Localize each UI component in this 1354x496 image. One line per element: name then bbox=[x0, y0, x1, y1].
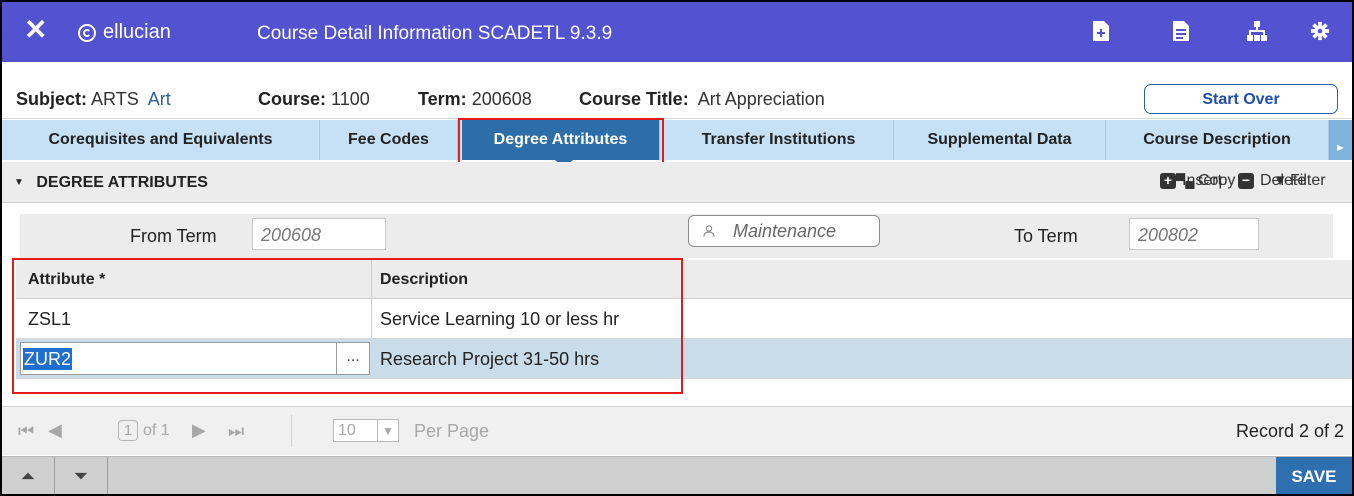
collapse-icon[interactable]: ▼ bbox=[14, 177, 24, 188]
ellucian-logo-icon bbox=[78, 23, 96, 42]
course-value: 1100 bbox=[331, 89, 370, 109]
subject-key: Subject: ARTS Art bbox=[16, 89, 171, 110]
grid-highlight-box bbox=[12, 258, 683, 394]
close-icon[interactable]: ✕ bbox=[24, 15, 47, 45]
filter-icon: ▼ bbox=[1272, 172, 1288, 189]
record-count: Record 2 of 2 bbox=[1235, 421, 1344, 441]
page-number-field[interactable]: 1 bbox=[118, 420, 138, 441]
add-page-icon[interactable] bbox=[1091, 20, 1111, 42]
tab-transfer-institutions[interactable]: Transfer Institutions bbox=[664, 120, 894, 160]
settings-icon[interactable] bbox=[1310, 20, 1330, 42]
copy-label: Copy bbox=[1198, 172, 1236, 189]
footer-bar: ⏶ ⏷ SAVE bbox=[2, 456, 1352, 494]
page-of-label: of 1 bbox=[143, 422, 170, 439]
filter-button[interactable]: ▼ Filter bbox=[1272, 172, 1326, 190]
copy-icon: ▀▄ bbox=[1176, 173, 1195, 188]
from-term-label: From Term bbox=[130, 226, 217, 246]
section-title[interactable]: ▼ DEGREE ATTRIBUTES bbox=[14, 174, 208, 192]
section-header: ▼ DEGREE ATTRIBUTES + Insert − Delete bbox=[2, 162, 1352, 203]
scroll-bottom-icon[interactable]: ⏷ bbox=[55, 457, 108, 494]
tab-course-description[interactable]: Course Description bbox=[1106, 120, 1329, 160]
chevron-down-icon: ▼ bbox=[377, 420, 398, 441]
to-term-field[interactable]: 200802 bbox=[1129, 218, 1259, 250]
maintenance-label: Maintenance bbox=[733, 221, 837, 241]
tab-scroll-right-icon[interactable]: ► bbox=[1329, 120, 1352, 160]
course-key: Course: 1100 bbox=[258, 89, 370, 110]
subject-label: Subject: bbox=[16, 89, 88, 109]
term-row: From Term 200608 To Term 200802 bbox=[2, 204, 1352, 262]
per-page-value: 10 bbox=[338, 422, 356, 439]
term-value: 200608 bbox=[471, 89, 532, 109]
maintenance-button[interactable]: Maintenance bbox=[688, 215, 880, 247]
tab-fee-codes[interactable]: Fee Codes bbox=[320, 120, 458, 160]
pager-divider bbox=[291, 415, 292, 447]
tab-bar: Corequisites and Equivalents Fee Codes D… bbox=[2, 120, 1352, 160]
copy-button[interactable]: ▀▄ Copy bbox=[1176, 172, 1235, 190]
app-window: ✕ ellucian Course Detail Information SCA… bbox=[0, 0, 1354, 496]
tab-highlight-box bbox=[458, 118, 664, 167]
section-title-text: DEGREE ATTRIBUTES bbox=[36, 174, 208, 191]
subject-description: Art bbox=[147, 89, 171, 109]
pager: ⏮ ◀ 1 of 1 ▶ ⏭ 10 ▼ Per Page Record 2 of… bbox=[2, 406, 1352, 455]
previous-page-icon[interactable]: ◀ bbox=[48, 420, 62, 441]
delete-icon: − bbox=[1238, 173, 1254, 189]
brand-name: ellucian bbox=[103, 21, 171, 43]
person-icon bbox=[703, 225, 715, 237]
course-title-label: Course Title: bbox=[579, 89, 689, 109]
term-key: Term: 200608 bbox=[418, 89, 532, 110]
subject-value: ARTS bbox=[91, 89, 139, 109]
save-button[interactable]: SAVE bbox=[1276, 457, 1352, 494]
scroll-top-icon[interactable]: ⏶ bbox=[2, 457, 55, 494]
first-page-icon[interactable]: ⏮ bbox=[18, 421, 34, 442]
from-term-field[interactable]: 200608 bbox=[252, 218, 386, 250]
insert-icon: + bbox=[1160, 173, 1176, 189]
term-label: Term: bbox=[418, 89, 467, 109]
sitemap-icon[interactable] bbox=[1247, 20, 1267, 42]
tab-supplemental-data[interactable]: Supplemental Data bbox=[894, 120, 1106, 160]
start-over-button[interactable]: Start Over bbox=[1144, 84, 1338, 114]
course-label: Course: bbox=[258, 89, 327, 109]
last-page-icon[interactable]: ⏭ bbox=[228, 421, 244, 442]
filter-label: Filter bbox=[1290, 172, 1326, 189]
header-bar: ✕ ellucian Course Detail Information SCA… bbox=[2, 2, 1352, 62]
ellucian-logo[interactable]: ellucian bbox=[78, 21, 171, 44]
per-page-select[interactable]: 10 ▼ bbox=[333, 419, 399, 442]
course-title-value: Art Appreciation bbox=[697, 89, 825, 109]
to-term-label: To Term bbox=[1014, 226, 1078, 246]
per-page-label: Per Page bbox=[414, 421, 490, 441]
next-page-icon[interactable]: ▶ bbox=[192, 420, 206, 441]
related-icon[interactable] bbox=[1171, 20, 1191, 42]
page-title: Course Detail Information SCADETL 9.3.9 bbox=[257, 23, 613, 44]
tab-corequisites[interactable]: Corequisites and Equivalents bbox=[2, 120, 320, 160]
course-title-key: Course Title: Art Appreciation bbox=[579, 89, 825, 110]
